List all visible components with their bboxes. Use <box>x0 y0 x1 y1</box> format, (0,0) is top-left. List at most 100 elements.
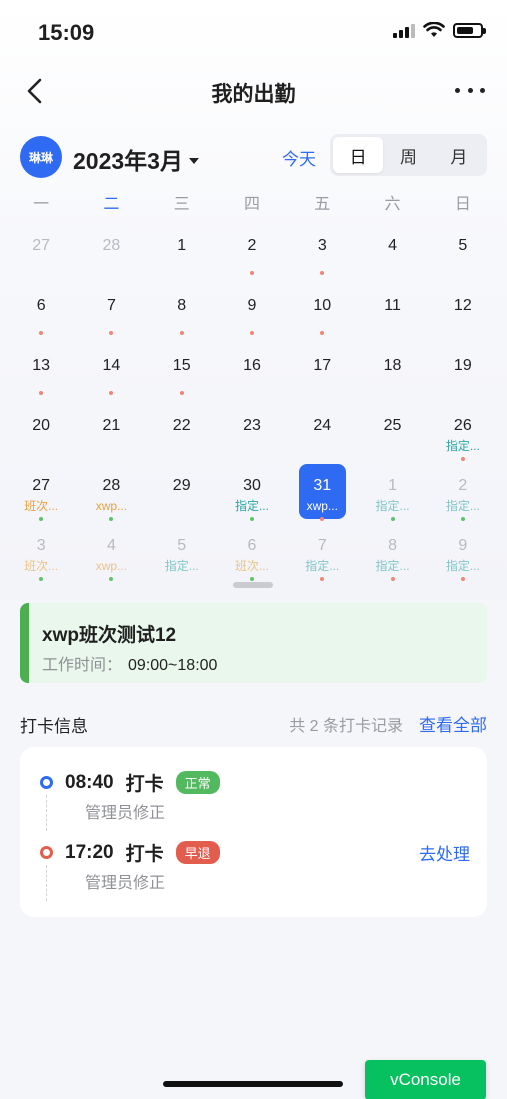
avatar[interactable]: 琳琳 <box>20 136 62 178</box>
calendar-day[interactable]: 16 <box>217 342 287 402</box>
calendar-day[interactable]: 4 <box>357 222 427 282</box>
calendar-day[interactable]: 19 <box>428 342 498 402</box>
view-mode-week[interactable]: 周 <box>383 137 433 173</box>
calendar-day[interactable]: 20 <box>6 402 76 462</box>
calendar-day[interactable]: 2 <box>217 222 287 282</box>
day-shift-label: 指定... <box>445 559 480 573</box>
day-number: 9 <box>247 297 257 314</box>
calendar-day[interactable]: 10 <box>287 282 357 342</box>
attendance-status-dot <box>179 391 184 395</box>
calendar-day[interactable]: 22 <box>147 402 217 462</box>
attendance-status-dot <box>249 577 254 581</box>
day-number: 24 <box>313 417 332 434</box>
today-button[interactable]: 今天 <box>282 145 316 170</box>
calendar-day[interactable]: 2 指定... <box>428 462 498 522</box>
attendance-status-dot <box>109 331 114 335</box>
calendar-day[interactable]: 30 指定... <box>217 462 287 522</box>
more-dots-icon[interactable] <box>455 82 485 98</box>
calendar-day-selected[interactable]: 31 xwp... <box>287 462 357 522</box>
calendar-grid: 27 28 1 2 3 4 5 6 7 8 9 10 11 12 13 14 15 16 17 18 19 20 21 22 2… <box>6 222 498 582</box>
calendar-day[interactable]: 14 <box>76 342 146 402</box>
calendar-day[interactable]: 26 指定... <box>428 402 498 462</box>
punch-note: 管理员修正 <box>85 805 166 822</box>
handle-button[interactable]: 去处理 <box>419 840 470 865</box>
day-number: 17 <box>313 357 332 374</box>
attendance-status-dot <box>460 457 465 461</box>
calendar-week-row: 20 21 22 23 24 25 26 指定... <box>6 402 498 462</box>
day-shift-label: 班次... <box>24 559 59 573</box>
status-badge: 正常 <box>175 771 220 794</box>
vconsole-button[interactable]: vConsole <box>365 1060 486 1099</box>
weekday-label: 六 <box>384 196 401 213</box>
day-number: 4 <box>106 537 116 554</box>
day-number: 19 <box>453 357 472 374</box>
calendar-day[interactable]: 5 指定... <box>147 522 217 582</box>
calendar-day[interactable]: 3 <box>287 222 357 282</box>
day-number: 23 <box>243 417 261 434</box>
day-number: 12 <box>453 297 472 314</box>
view-all-link[interactable]: 查看全部 <box>419 711 487 736</box>
day-shift-label: 指定... <box>375 499 410 513</box>
day-number: 15 <box>172 357 191 374</box>
calendar-day[interactable]: 5 <box>428 222 498 282</box>
calendar-day[interactable]: 28 xwp... <box>76 462 146 522</box>
attendance-status-dot <box>249 331 254 335</box>
day-number: 6 <box>247 537 257 554</box>
calendar-day[interactable]: 25 <box>357 402 427 462</box>
calendar-day[interactable]: 12 <box>428 282 498 342</box>
calendar-day[interactable]: 8 <box>147 282 217 342</box>
calendar-day[interactable]: 28 <box>76 222 146 282</box>
view-mode-month[interactable]: 月 <box>434 137 484 173</box>
calendar-collapse-handle[interactable] <box>233 582 273 588</box>
punch-records-card: 08:40 打卡 正常 管理员修正 17:20 打卡 早退 管理员修正 去处理 <box>20 747 487 917</box>
calendar-day[interactable]: 11 <box>357 282 427 342</box>
day-number: 1 <box>177 237 187 254</box>
calendar-week-row: 27 班次... 28 xwp... 29 30 指定... 31 xwp... 1 指定... 2 指… <box>6 462 498 522</box>
punch-time: 08:40 <box>65 771 114 793</box>
calendar-day[interactable]: 27 班次... <box>6 462 76 522</box>
calendar-day[interactable]: 13 <box>6 342 76 402</box>
calendar-day[interactable]: 9 指定... <box>428 522 498 582</box>
calendar-day[interactable]: 24 <box>287 402 357 462</box>
calendar-day[interactable]: 7 指定... <box>287 522 357 582</box>
day-shift-label: 班次... <box>24 499 59 513</box>
calendar-day[interactable]: 23 <box>217 402 287 462</box>
calendar-day[interactable]: 27 <box>6 222 76 282</box>
day-number: 5 <box>458 237 468 254</box>
day-number: 2 <box>458 477 468 494</box>
calendar-week-row: 6 7 8 9 10 11 12 <box>6 282 498 342</box>
shift-card[interactable]: xwp班次测试12 工作时间： 09:00~18:00 <box>20 603 487 683</box>
calendar-day[interactable]: 17 <box>287 342 357 402</box>
day-number: 5 <box>177 537 187 554</box>
calendar-day[interactable]: 8 指定... <box>357 522 427 582</box>
day-number: 14 <box>102 357 121 374</box>
day-number: 27 <box>32 237 51 254</box>
calendar-day[interactable]: 9 <box>217 282 287 342</box>
view-mode-day[interactable]: 日 <box>333 137 384 173</box>
punch-header: 打卡信息 共 2 条打卡记录 查看全部 <box>20 710 487 736</box>
calendar-day[interactable]: 29 <box>147 462 217 522</box>
calendar-day[interactable]: 15 <box>147 342 217 402</box>
calendar-day[interactable]: 3 班次... <box>6 522 76 582</box>
day-number: 3 <box>36 537 46 554</box>
calendar-day[interactable]: 1 <box>147 222 217 282</box>
day-number: 31 <box>313 477 332 494</box>
day-number: 26 <box>453 417 472 434</box>
status-badge: 早退 <box>175 841 220 864</box>
attendance-status-dot <box>109 577 114 581</box>
calendar-day[interactable]: 4 xwp... <box>76 522 146 582</box>
month-picker[interactable]: 2023年3月 <box>73 142 199 176</box>
day-number: 28 <box>102 237 121 254</box>
attendance-status-dot <box>249 517 254 521</box>
day-number: 10 <box>313 297 332 314</box>
calendar-day[interactable]: 1 指定... <box>357 462 427 522</box>
day-number: 11 <box>384 297 401 314</box>
calendar-day[interactable]: 7 <box>76 282 146 342</box>
day-number: 6 <box>36 297 46 314</box>
punch-record-main: 17:20 打卡 早退 <box>65 839 220 866</box>
calendar-day[interactable]: 21 <box>76 402 146 462</box>
nav-bar: 我的出勤 <box>0 64 507 120</box>
calendar-day[interactable]: 6 班次... <box>217 522 287 582</box>
calendar-day[interactable]: 6 <box>6 282 76 342</box>
calendar-day[interactable]: 18 <box>357 342 427 402</box>
